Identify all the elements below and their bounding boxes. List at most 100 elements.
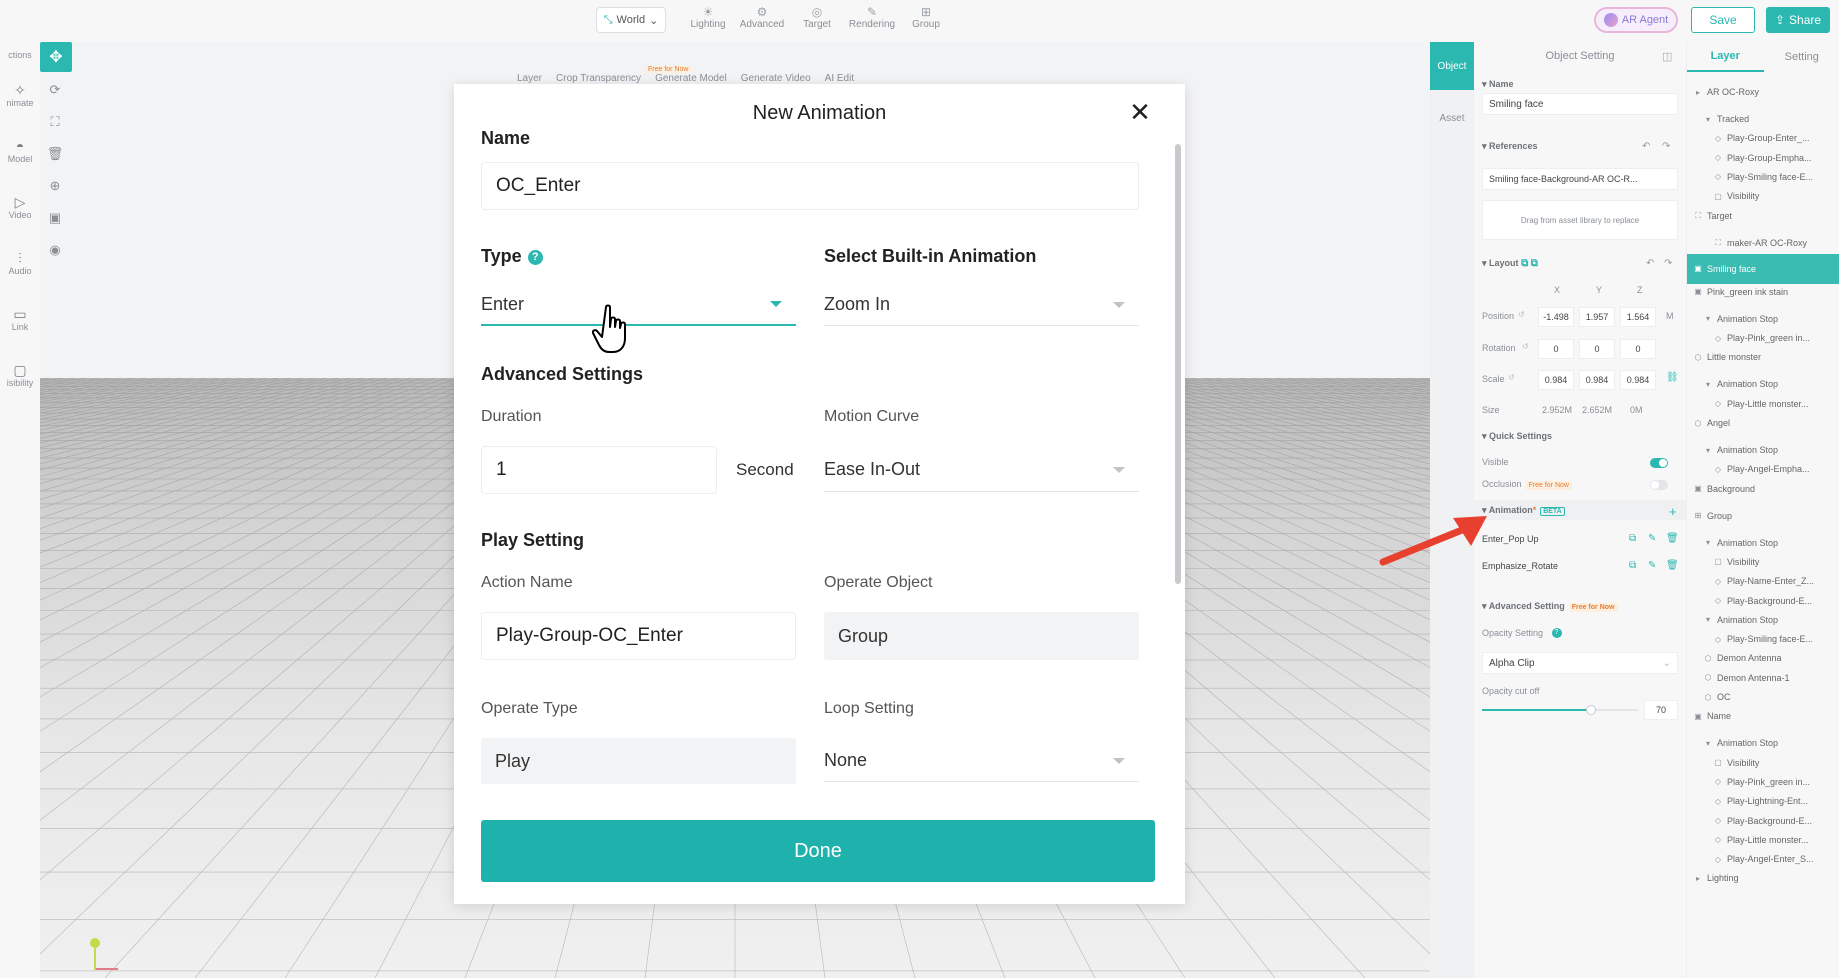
group-tool[interactable]: ⊞ Group <box>896 5 956 30</box>
world-dropdown[interactable]: ⤡ World ⌄ <box>596 7 666 33</box>
paste-icon[interactable]: ⧉ <box>1531 258 1538 269</box>
layer-item[interactable]: ▸ AR OC-Roxy <box>1687 84 1839 100</box>
layer-item[interactable]: ⬡ Little monster <box>1687 349 1839 365</box>
reset-position-icon[interactable]: ↺ <box>1518 310 1525 319</box>
layout-redo-icon[interactable]: ↷ <box>1664 258 1672 269</box>
generate-video-action[interactable]: Generate Video <box>741 73 811 84</box>
layer-item[interactable]: ⛶ Target <box>1687 208 1839 224</box>
layer-item[interactable]: ◇ Play-Little monster... <box>1687 396 1839 412</box>
layer-item[interactable]: ▾ Animation Stop <box>1687 535 1839 551</box>
delete-tool-button[interactable]: 🗑 <box>40 146 70 162</box>
duplicate-animation-icon[interactable]: ⧉ <box>1629 560 1636 571</box>
layer-item[interactable]: ◇ Play-Little monster... <box>1687 832 1839 848</box>
layer-item[interactable]: ▢ Visibility <box>1687 188 1839 204</box>
edit-animation-icon[interactable]: ✎ <box>1648 560 1656 571</box>
save-button[interactable]: Save <box>1691 7 1755 33</box>
target-tool[interactable]: ◎ Target <box>787 5 847 30</box>
rotation-y-input[interactable]: 0 <box>1579 339 1615 359</box>
name-field[interactable]: Smiling face <box>1482 93 1678 115</box>
help-icon[interactable]: ? <box>1551 628 1562 638</box>
share-button[interactable]: ⇪ Share <box>1766 7 1830 33</box>
crop-transparency-action[interactable]: Crop Transparency <box>556 73 641 84</box>
layer-item[interactable]: ⊞ Group <box>1687 508 1839 524</box>
sidebar-item-link[interactable]: ▭ Link <box>0 306 40 332</box>
rotate-tool-button[interactable]: ⟳ <box>40 82 70 98</box>
drag-drop-area[interactable]: Drag from asset library to replace <box>1482 200 1678 240</box>
rotation-x-input[interactable]: 0 <box>1538 339 1574 359</box>
dialog-scrollbar[interactable] <box>1175 134 1181 784</box>
opacity-cutoff-slider[interactable] <box>1482 705 1638 715</box>
layer-item[interactable]: ◇ Play-Group-Empha... <box>1687 150 1839 166</box>
layer-item-selected[interactable]: ▣ Smiling face <box>1687 253 1839 284</box>
layer-item[interactable]: ▾ Tracked <box>1687 111 1839 127</box>
layer-item[interactable]: ◇ Play-Lightning-Ent... <box>1687 793 1839 809</box>
scale-x-input[interactable]: 0.984 <box>1538 370 1574 390</box>
position-y-input[interactable]: 1.957 <box>1579 307 1615 327</box>
layer-item[interactable]: ◇ Play-Group-Enter_... <box>1687 130 1839 146</box>
ar-agent-button[interactable]: AR Agent <box>1594 7 1678 33</box>
layer-item[interactable]: ▾ Animation Stop <box>1687 376 1839 392</box>
layer-item[interactable]: ▸ Lighting <box>1687 870 1839 886</box>
tab-object[interactable]: Object <box>1430 42 1474 90</box>
layer-item[interactable]: ◇ Play-Smiling face-E... <box>1687 169 1839 185</box>
animation-name-input[interactable]: OC_Enter <box>481 162 1139 210</box>
tab-asset[interactable]: Asset <box>1430 100 1474 136</box>
reference-select[interactable]: Smiling face-Background-AR OC-R... <box>1482 168 1678 190</box>
layer-item[interactable]: ▣ Pink_green ink stain <box>1687 284 1839 300</box>
scale-z-input[interactable]: 0.984 <box>1620 370 1656 390</box>
collapse-panel-icon[interactable]: ◫ <box>1662 50 1672 63</box>
frame-tool-button[interactable]: ▣ <box>40 210 70 226</box>
sidebar-item-actions[interactable]: ctions <box>0 50 40 60</box>
layer-item[interactable]: ▾ Animation Stop <box>1687 735 1839 751</box>
rotation-z-input[interactable]: 0 <box>1620 339 1656 359</box>
layer-item[interactable]: ⬡ Angel <box>1687 415 1839 431</box>
builtin-animation-select[interactable]: Zoom In <box>824 284 1139 326</box>
help-icon[interactable]: ? <box>527 250 543 265</box>
position-z-input[interactable]: 1.564 <box>1620 307 1656 327</box>
motion-curve-select[interactable]: Ease In-Out <box>824 448 1139 492</box>
tab-layer[interactable]: Layer <box>1687 42 1764 72</box>
view-tool-button[interactable]: ◉ <box>40 242 70 258</box>
opacity-cutoff-input[interactable]: 70 <box>1644 700 1678 720</box>
advanced-tool[interactable]: ⚙ Advanced <box>732 5 792 30</box>
layer-item[interactable]: ▢ Visibility <box>1687 554 1839 570</box>
layer-item[interactable]: ◇ Play-Background-E... <box>1687 593 1839 609</box>
delete-animation-icon[interactable]: 🗑 <box>1666 560 1679 571</box>
layer-item[interactable]: ◇ Play-Pink_green in... <box>1687 774 1839 790</box>
position-x-input[interactable]: -1.498 <box>1538 307 1574 327</box>
lock-scale-icon[interactable]: ⛓ <box>1666 372 1679 383</box>
slider-handle[interactable] <box>1586 705 1597 715</box>
occlusion-toggle[interactable] <box>1650 480 1668 490</box>
scale-y-input[interactable]: 0.984 <box>1579 370 1615 390</box>
done-button[interactable]: Done <box>481 820 1155 882</box>
duplicate-animation-icon[interactable]: ⧉ <box>1629 533 1636 544</box>
focus-tool-button[interactable]: ⊕ <box>40 178 70 194</box>
layer-action[interactable]: Layer <box>517 73 542 84</box>
sidebar-item-animate[interactable]: ✧ nimate <box>0 82 40 108</box>
reset-rotation-icon[interactable]: ↺ <box>1522 342 1529 351</box>
add-animation-icon[interactable]: + <box>1669 504 1677 519</box>
layer-item[interactable]: ⛶ maker-AR OC-Roxy <box>1687 235 1839 251</box>
layer-item[interactable]: ◇ Play-Name-Enter_Z... <box>1687 573 1839 589</box>
redo-icon[interactable]: ↷ <box>1662 141 1670 152</box>
layer-item[interactable]: ▣ Background <box>1687 481 1839 497</box>
scrollbar-thumb[interactable] <box>1175 144 1181 584</box>
edit-animation-icon[interactable]: ✎ <box>1648 533 1656 544</box>
layer-item[interactable]: ⬡ Demon Antenna <box>1687 650 1839 666</box>
layer-item[interactable]: ◇ Play-Pink_green in... <box>1687 330 1839 346</box>
layer-item[interactable]: ◇ Play-Angel-Empha... <box>1687 461 1839 477</box>
layer-item[interactable]: ◇ Play-Angel-Enter_S... <box>1687 851 1839 867</box>
sidebar-item-audio[interactable]: ⫶ Audio <box>0 250 40 276</box>
close-icon[interactable]: ✕ <box>1126 98 1154 126</box>
generate-model-action[interactable]: Generate Model <box>655 73 727 84</box>
visible-toggle[interactable] <box>1650 458 1668 468</box>
delete-animation-icon[interactable]: 🗑 <box>1666 533 1679 544</box>
lighting-tool[interactable]: ☀ Lighting <box>678 5 738 30</box>
layer-item[interactable]: ▾ Animation Stop <box>1687 442 1839 458</box>
type-select[interactable]: Enter <box>481 284 796 326</box>
duration-input[interactable]: 1 <box>481 446 717 494</box>
copy-icon[interactable]: ⧉ <box>1521 258 1528 269</box>
ai-edit-action[interactable]: AI Edit <box>825 73 854 84</box>
layer-item[interactable]: ▢ Visibility <box>1687 755 1839 771</box>
layer-item[interactable]: ⬡ Demon Antenna-1 <box>1687 670 1839 686</box>
